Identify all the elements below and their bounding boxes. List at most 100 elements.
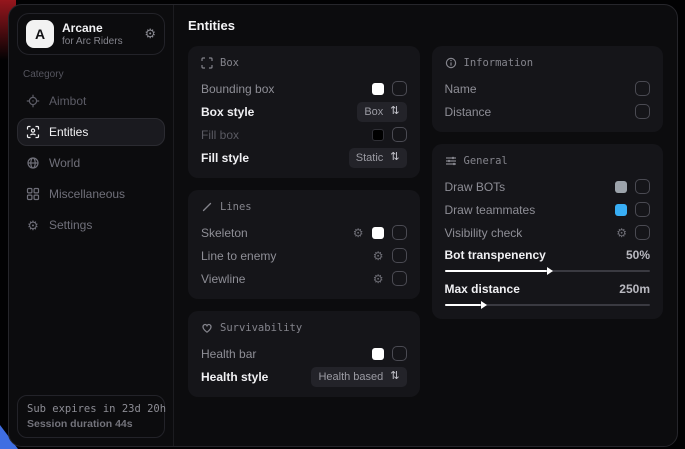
setting-label: Skeleton (201, 226, 248, 240)
color-swatch[interactable] (615, 181, 627, 193)
sidebar-item-label: Aimbot (49, 94, 86, 108)
max-distance-slider[interactable] (445, 304, 651, 306)
lines-card: Lines Skeleton ⚙ Line to enemy ⚙ (188, 190, 420, 299)
color-swatch[interactable] (372, 129, 384, 141)
line-icon (201, 201, 213, 213)
subscription-panel: Sub expires in 23d 20h Session duration … (17, 395, 165, 438)
setting-row: Distance (445, 103, 651, 120)
category-label: Category (23, 69, 159, 80)
sidebar-item-world[interactable]: World (17, 149, 165, 177)
sidebar-item-miscellaneous[interactable]: Miscellaneous (17, 180, 165, 208)
section-title: Survivability (220, 322, 302, 334)
setting-row: Visibility check ⚙ (445, 224, 651, 241)
health-bar-checkbox[interactable] (392, 346, 407, 361)
scan-person-icon (26, 125, 40, 139)
distance-checkbox[interactable] (635, 104, 650, 119)
dropdown-value: Box (364, 106, 383, 118)
sidebar-item-aimbot[interactable]: Aimbot (17, 87, 165, 115)
section-title: General (464, 155, 508, 167)
app-logo: A (26, 20, 54, 48)
skeleton-checkbox[interactable] (392, 225, 407, 240)
setting-row: Viewline ⚙ (201, 270, 407, 287)
section-title: Lines (220, 201, 252, 213)
setting-label: Draw teammates (445, 203, 536, 217)
setting-label: Bot transpenency (445, 248, 546, 262)
sub-expiry-text: Sub expires in 23d 20h (27, 403, 155, 415)
max-distance-setting: Max distance 250m (445, 281, 651, 306)
color-swatch[interactable] (615, 204, 627, 216)
session-duration-text: Session duration 44s (27, 418, 155, 430)
sidebar-item-label: Settings (49, 218, 92, 232)
draw-bots-checkbox[interactable] (635, 179, 650, 194)
sidebar-item-label: Entities (49, 125, 88, 139)
setting-row: Name (445, 80, 651, 97)
setting-label: Box style (201, 105, 254, 119)
general-card: General Draw BOTs Draw teammates (432, 144, 664, 319)
fill-style-dropdown[interactable]: Static ⇅ (349, 148, 407, 168)
color-swatch[interactable] (372, 227, 384, 239)
setting-label: Fill style (201, 151, 249, 165)
right-column: Information Name Distance (432, 46, 664, 397)
heart-icon (201, 322, 213, 334)
setting-row: Box style Box ⇅ (201, 103, 407, 120)
section-title: Information (464, 57, 534, 69)
setting-row: Fill style Static ⇅ (201, 149, 407, 166)
health-style-dropdown[interactable]: Health based ⇅ (311, 367, 406, 387)
setting-label: Max distance (445, 282, 520, 296)
box-card: Box Bounding box Box style Box ⇅ (188, 46, 420, 178)
cheat-menu-window: A Arcane for Arc Riders ⚙ Category Aimbo… (8, 4, 678, 447)
line-to-enemy-checkbox[interactable] (392, 248, 407, 263)
crosshair-icon (26, 94, 40, 108)
gear-icon[interactable]: ⚙ (353, 227, 364, 239)
sidebar-item-settings[interactable]: ⚙ Settings (17, 211, 165, 239)
slider-fill (445, 270, 548, 272)
app-subtitle: for Arc Riders (62, 36, 123, 47)
app-title: Arcane (62, 21, 123, 35)
setting-label: Draw BOTs (445, 180, 506, 194)
updown-icon: ⇅ (390, 152, 399, 163)
setting-row: Bounding box (201, 80, 407, 97)
setting-label: Line to enemy (201, 249, 276, 263)
name-checkbox[interactable] (635, 81, 650, 96)
sidebar-item-entities[interactable]: Entities (17, 118, 165, 146)
sidebar: A Arcane for Arc Riders ⚙ Category Aimbo… (9, 5, 174, 446)
draw-teammates-checkbox[interactable] (635, 202, 650, 217)
fill-box-checkbox[interactable] (392, 127, 407, 142)
color-swatch[interactable] (372, 83, 384, 95)
setting-row: Health style Health based ⇅ (201, 368, 407, 385)
setting-row: Draw BOTs (445, 178, 651, 195)
slider-fill (445, 304, 482, 306)
bounding-box-checkbox[interactable] (392, 81, 407, 96)
color-swatch[interactable] (372, 348, 384, 360)
visibility-check-checkbox[interactable] (635, 225, 650, 240)
gear-icon: ⚙ (26, 218, 40, 232)
sliders-icon (445, 155, 457, 167)
setting-label: Bounding box (201, 82, 274, 96)
box-scan-icon (201, 57, 213, 69)
information-card: Information Name Distance (432, 46, 664, 132)
gear-icon[interactable]: ⚙ (144, 26, 156, 42)
setting-label: Fill box (201, 128, 239, 142)
setting-row: Skeleton ⚙ (201, 224, 407, 241)
bot-transparency-slider[interactable] (445, 270, 651, 272)
gear-icon[interactable]: ⚙ (616, 227, 627, 239)
dropdown-value: Static (356, 152, 384, 164)
box-style-dropdown[interactable]: Box ⇅ (357, 102, 406, 122)
setting-row: Line to enemy ⚙ (201, 247, 407, 264)
gear-icon[interactable]: ⚙ (373, 250, 384, 262)
viewline-checkbox[interactable] (392, 271, 407, 286)
left-column: Box Bounding box Box style Box ⇅ (188, 46, 420, 397)
sidebar-nav: Aimbot Entities World (17, 87, 165, 239)
info-icon (445, 57, 457, 69)
survivability-card: Survivability Health bar Health style He… (188, 311, 420, 397)
bot-transparency-setting: Bot transpenency 50% (445, 247, 651, 272)
setting-label: Name (445, 82, 477, 96)
slider-value: 250m (619, 282, 650, 296)
setting-label: Viewline (201, 272, 245, 286)
main-panel: Entities Box Bounding box (174, 5, 677, 446)
gear-icon[interactable]: ⚙ (373, 273, 384, 285)
grid-icon (26, 187, 40, 201)
setting-row: Draw teammates (445, 201, 651, 218)
dropdown-value: Health based (318, 371, 383, 383)
setting-label: Visibility check (445, 226, 523, 240)
